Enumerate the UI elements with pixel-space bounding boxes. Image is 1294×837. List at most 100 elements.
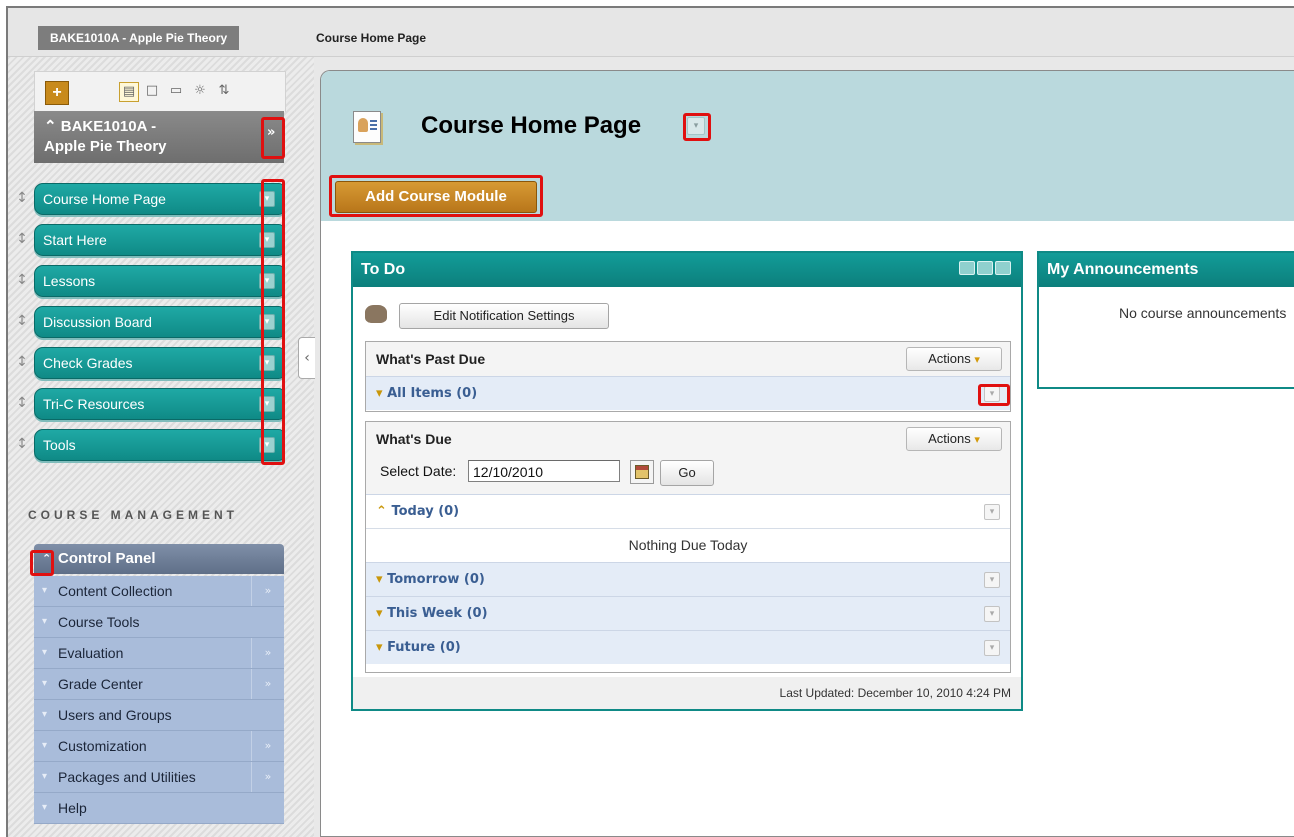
go-button[interactable]: Go: [660, 460, 714, 486]
drag-handle-icon[interactable]: ↕: [16, 390, 28, 416]
module-options-icon[interactable]: [959, 261, 975, 275]
breadcrumb-course[interactable]: BAKE1010A - Apple Pie Theory: [38, 26, 240, 50]
submenu-arrow-icon[interactable]: »: [251, 576, 284, 606]
todo-title: To Do: [361, 261, 406, 278]
cp-item-label: Users and Groups: [58, 707, 172, 723]
chevron-down-icon: ▾: [974, 353, 980, 366]
chevron-down-icon: ▾: [42, 616, 48, 627]
drag-handle-icon[interactable]: ↕: [16, 308, 28, 334]
menu-item-start-here[interactable]: Start Here ▾: [34, 224, 284, 256]
cp-item-content-collection[interactable]: ▾ Content Collection »: [34, 576, 284, 607]
due-title: What's Due: [376, 431, 452, 447]
due-section: What's Due Actions ▾ Select Date: 12/10/…: [365, 421, 1011, 673]
collapse-menu-icon[interactable]: ‹: [298, 337, 315, 379]
drag-handle-icon[interactable]: ↕: [16, 267, 28, 293]
nothing-due-today: Nothing Due Today: [366, 528, 1010, 562]
announcements-header: My Announcements: [1039, 253, 1294, 287]
menu-item-course-home-page[interactable]: Course Home Page ▾: [34, 183, 284, 215]
cp-item-grade-center[interactable]: ▾ Grade Center »: [34, 669, 284, 700]
chevron-down-icon[interactable]: ▾: [984, 572, 1000, 588]
new-window-icon[interactable]: ▭: [167, 82, 185, 100]
past-due-title: What's Past Due: [376, 351, 486, 367]
edit-notification-settings-button[interactable]: Edit Notification Settings: [399, 303, 609, 329]
today-row[interactable]: ⌃ Today (0) ▾: [366, 494, 1010, 528]
cp-item-label: Course Tools: [58, 614, 140, 630]
cp-item-label: Packages and Utilities: [58, 769, 196, 785]
chevron-down-icon: ▾: [974, 433, 980, 446]
menu-item-check-grades[interactable]: Check Grades ▾: [34, 347, 284, 379]
drag-handle-icon[interactable]: ↕: [16, 226, 28, 252]
drag-handle-icon[interactable]: ↕: [16, 349, 28, 375]
minimize-icon[interactable]: [977, 261, 993, 275]
cp-item-packages-and-utilities[interactable]: ▾ Packages and Utilities »: [34, 762, 284, 793]
this-week-row[interactable]: ▾ This Week (0) ▾: [366, 596, 1010, 630]
breadcrumb: BAKE1010A - Apple Pie Theory Course Home…: [8, 8, 1294, 57]
menu-item-discussion-board[interactable]: Discussion Board ▾: [34, 306, 284, 338]
chevron-down-icon: ▾: [42, 678, 48, 689]
date-selector-row: Select Date: 12/10/2010 Go: [366, 456, 1010, 494]
announcements-module: My Announcements No course announcements: [1037, 251, 1294, 389]
cp-item-users-and-groups[interactable]: ▾ Users and Groups: [34, 700, 284, 731]
menu-item-label: Discussion Board: [43, 314, 152, 330]
submenu-arrow-icon[interactable]: »: [251, 669, 284, 699]
course-title-line2: Apple Pie Theory: [44, 138, 167, 155]
menu-item-label: Check Grades: [43, 355, 133, 371]
announcements-title: My Announcements: [1047, 261, 1199, 278]
chevron-down-icon: ▾: [42, 740, 48, 751]
all-items-row[interactable]: ▾ All Items (0) ▾: [366, 376, 1010, 410]
cp-item-evaluation[interactable]: ▾ Evaluation »: [34, 638, 284, 669]
menu-item-tri-c-resources[interactable]: Tri-C Resources ▾: [34, 388, 284, 420]
cp-item-course-tools[interactable]: ▾ Course Tools: [34, 607, 284, 638]
menu-item-label: Course Home Page: [43, 191, 166, 207]
app-frame: BAKE1010A - Apple Pie Theory Course Home…: [6, 6, 1294, 837]
last-updated: Last Updated: December 10, 2010 4:24 PM: [353, 677, 1021, 709]
folder-view-icon[interactable]: □: [143, 82, 161, 100]
drag-handle-icon[interactable]: ↕: [16, 431, 28, 457]
chevron-down-icon[interactable]: ▾: [984, 640, 1000, 656]
menu-item-label: Tools: [43, 437, 76, 453]
menu-item-lessons[interactable]: Lessons ▾: [34, 265, 284, 297]
chevron-down-icon: ▾: [42, 709, 48, 720]
actions-label: Actions: [928, 351, 971, 366]
cp-item-help[interactable]: ▾ Help: [34, 793, 284, 824]
add-menu-item-button[interactable]: +: [45, 81, 69, 105]
cp-item-label: Help: [58, 800, 87, 816]
submenu-arrow-icon[interactable]: »: [251, 731, 284, 761]
chevron-down-icon: ▾: [42, 802, 48, 813]
date-input[interactable]: 12/10/2010: [468, 460, 620, 482]
drag-handle-icon[interactable]: ↕: [16, 185, 28, 211]
past-due-actions-button[interactable]: Actions ▾: [906, 347, 1002, 371]
submenu-arrow-icon[interactable]: »: [251, 638, 284, 668]
collapse-chevron-icon[interactable]: ⌃: [44, 118, 61, 135]
future-row[interactable]: ▾ Future (0) ▾: [366, 630, 1010, 664]
todo-module-header: To Do: [353, 253, 1021, 287]
cp-item-label: Grade Center: [58, 676, 143, 692]
menu-item-label: Lessons: [43, 273, 96, 289]
actions-label: Actions: [928, 431, 971, 446]
close-icon[interactable]: [995, 261, 1011, 275]
due-actions-button[interactable]: Actions ▾: [906, 427, 1002, 451]
notification-icon: [365, 305, 387, 323]
due-header: What's Due Actions ▾: [366, 422, 1010, 457]
calendar-icon[interactable]: [630, 460, 654, 484]
menu-item-label: Start Here: [43, 232, 107, 248]
tomorrow-label: ▾ Tomorrow (0): [376, 572, 485, 587]
today-label: ⌃ Today (0): [376, 504, 460, 519]
refresh-icon[interactable]: ☼: [191, 82, 209, 100]
page-header: Course Home Page ▾ Add Course Module: [321, 71, 1294, 221]
control-panel-label: Control Panel: [58, 550, 156, 567]
control-panel-header[interactable]: ⌃ Control Panel: [34, 544, 284, 574]
tomorrow-row[interactable]: ▾ Tomorrow (0) ▾: [366, 562, 1010, 596]
cp-item-customization[interactable]: ▾ Customization »: [34, 731, 284, 762]
highlight-box: [30, 550, 54, 576]
select-date-label: Select Date:: [380, 463, 457, 479]
course-title-bar[interactable]: ⌃ BAKE1010A - Apple Pie Theory »: [34, 111, 284, 163]
chevron-down-icon: ▾: [42, 585, 48, 596]
submenu-arrow-icon[interactable]: »: [251, 762, 284, 792]
menu-item-tools[interactable]: Tools ▾: [34, 429, 284, 461]
chevron-down-icon[interactable]: ▾: [984, 504, 1000, 520]
reorder-icon[interactable]: ⇅: [215, 82, 233, 100]
chevron-down-icon[interactable]: ▾: [984, 606, 1000, 622]
list-view-icon[interactable]: ▤: [119, 82, 139, 102]
course-management-title: COURSE MANAGEMENT: [28, 508, 239, 522]
